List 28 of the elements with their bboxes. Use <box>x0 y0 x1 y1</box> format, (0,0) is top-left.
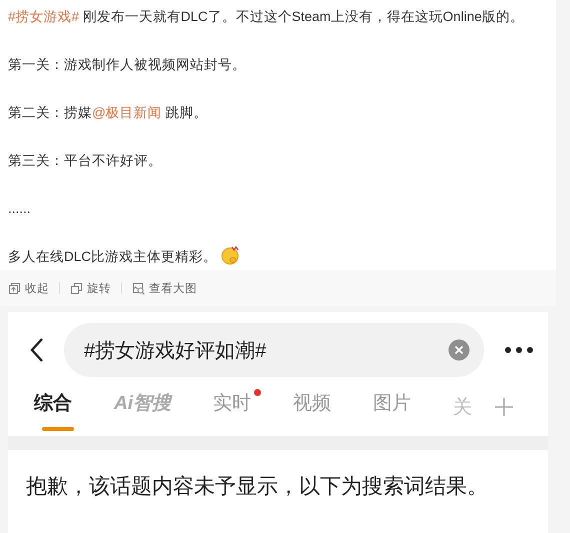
search-bar[interactable]: #捞女游戏好评如潮# <box>64 323 484 377</box>
more-icon[interactable] <box>504 346 534 354</box>
post-paragraph: 第一关：游戏制作人被视频网站封号。 <box>8 56 247 74</box>
tab[interactable]: 视频 <box>293 381 341 433</box>
zoom-button[interactable]: 查看大图 <box>132 280 197 296</box>
rotate-icon <box>70 282 83 294</box>
tab[interactable]: 实时 <box>213 381 261 433</box>
post-paragraph: #捞女游戏# 刚发布一天就有DLC了。不过这个Steam上没有，得在这玩Online版的。 <box>8 8 525 26</box>
post-paragraph: 多人在线DLC比游戏主体更精彩。 <box>8 244 548 270</box>
topic-link[interactable]: @极目新闻 <box>92 105 162 120</box>
notice-text: 抱歉，该话题内容未予显示，以下为搜索词结果。 <box>25 474 489 500</box>
emoji-icon <box>220 245 240 265</box>
tab[interactable]: 综合 <box>34 381 82 433</box>
post-paragraph: 第二关：捞媒@极目新闻 跳脚。 <box>8 104 208 122</box>
topic-link[interactable]: #捞女游戏# <box>8 9 80 24</box>
back-icon[interactable] <box>30 337 44 363</box>
notification-dot <box>254 389 261 396</box>
post-paragraph: ...... <box>8 200 32 218</box>
tab[interactable]: 图片 <box>373 381 421 433</box>
search-field[interactable]: #捞女游戏好评如潮# <box>82 338 448 362</box>
post-paragraph: 第三关：平台不许好评。 <box>8 152 163 170</box>
tab[interactable]: Ai智搜 <box>114 381 181 433</box>
tab[interactable]: 关 <box>453 394 482 420</box>
collapse-button[interactable]: 收起 <box>8 280 49 296</box>
rotate-button[interactable]: 旋转 <box>70 280 111 296</box>
clear-icon[interactable] <box>448 339 470 361</box>
image-icon <box>132 282 145 294</box>
collapse-icon <box>8 282 21 294</box>
